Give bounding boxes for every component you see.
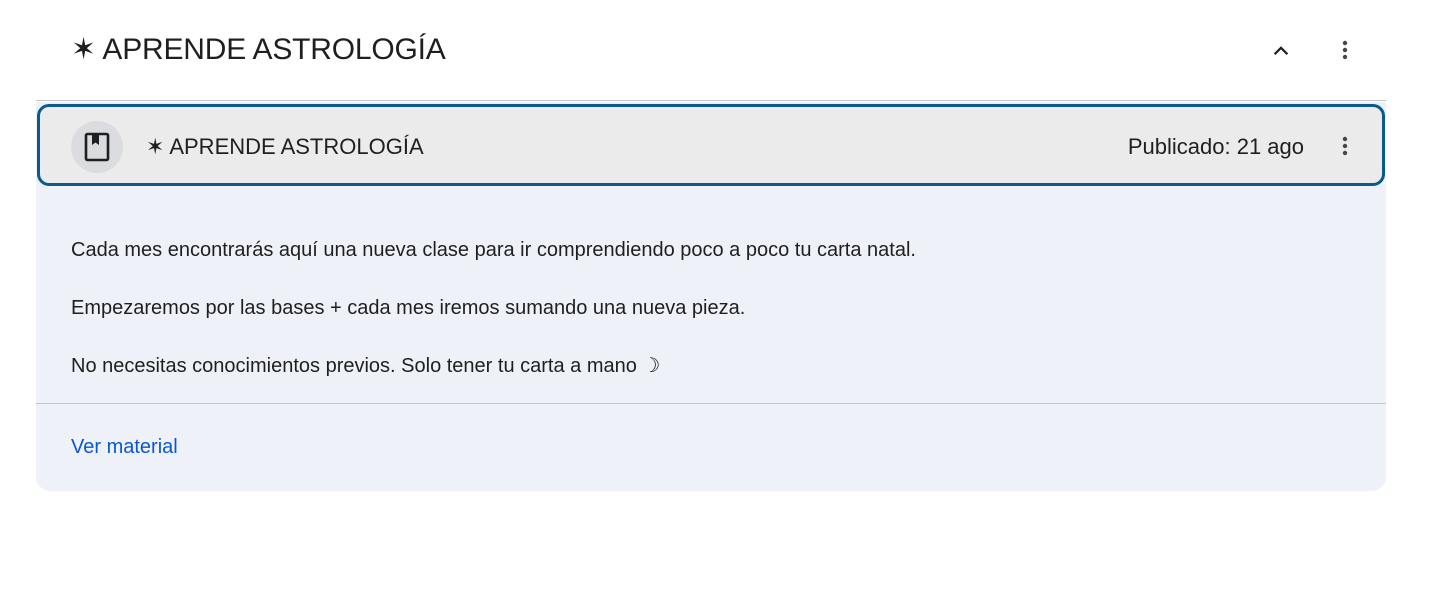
description-paragraph: No necesitas conocimientos previos. Solo… xyxy=(71,355,661,377)
more-vert-icon xyxy=(1342,136,1348,156)
material-row[interactable]: ✶ APRENDE ASTROLOGÍA Publicado: 21 ago xyxy=(37,104,1385,186)
chevron-up-icon xyxy=(1273,46,1289,55)
more-vert-icon xyxy=(1342,40,1348,60)
view-material-link[interactable]: Ver material xyxy=(71,434,178,460)
material-description: Cada mes encontrarás aquí una nueva clas… xyxy=(71,236,1271,410)
description-paragraph: Cada mes encontrarás aquí una nueva clas… xyxy=(71,239,916,261)
collapse-topic-button[interactable] xyxy=(1257,26,1305,74)
material-title: ✶ APRENDE ASTROLOGÍA xyxy=(146,134,424,159)
material-avatar xyxy=(71,121,123,173)
card-divider xyxy=(36,403,1386,404)
topic-header: ✶ APRENDE ASTROLOGÍA xyxy=(36,0,1386,101)
book-material-icon xyxy=(84,132,110,162)
material-more-options-button[interactable] xyxy=(1321,122,1369,170)
material-card: ✶ APRENDE ASTROLOGÍA Publicado: 21 ago C… xyxy=(36,102,1386,491)
topic-more-options-button[interactable] xyxy=(1321,26,1369,74)
topic-title: ✶ APRENDE ASTROLOGÍA xyxy=(71,33,446,66)
description-paragraph: Empezaremos por las bases + cada mes ire… xyxy=(71,297,746,319)
published-date: Publicado: 21 ago xyxy=(1127,134,1304,159)
